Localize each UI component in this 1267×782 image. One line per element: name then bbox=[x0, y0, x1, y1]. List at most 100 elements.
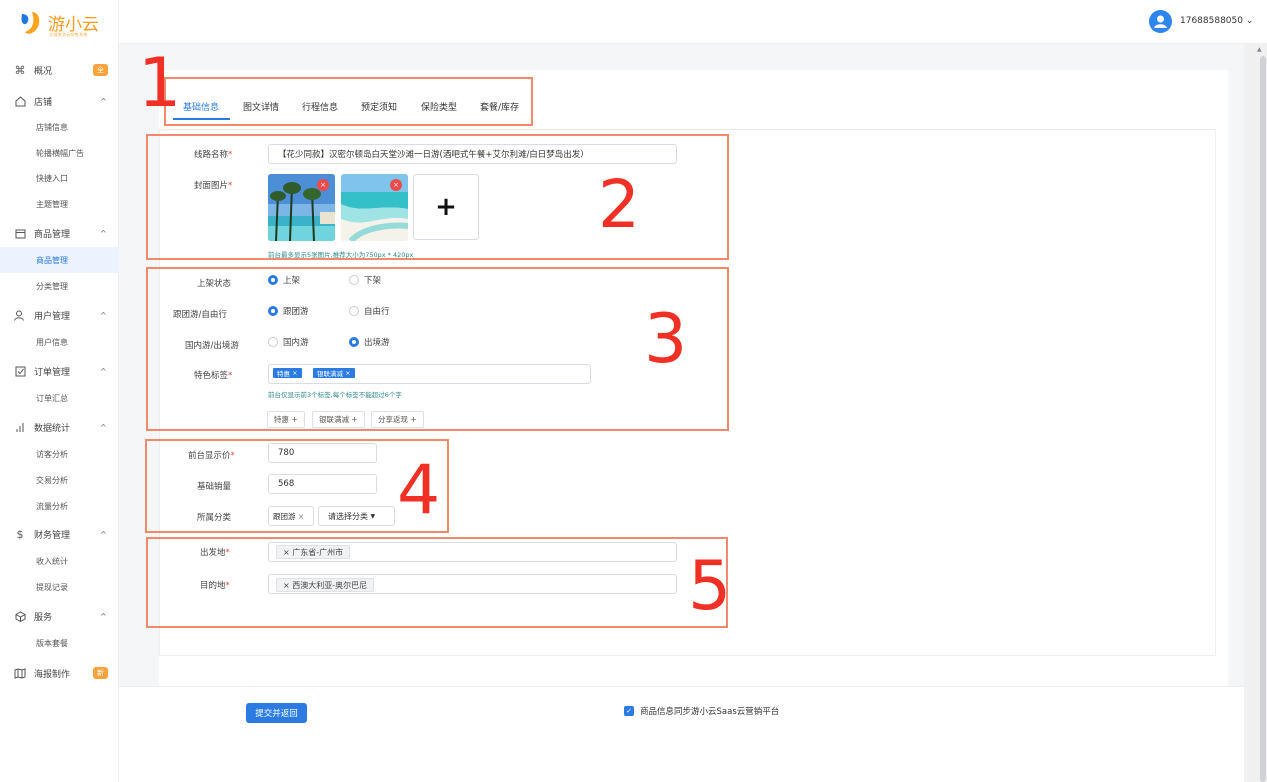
label-text: 线路名称 bbox=[194, 150, 229, 160]
sidebar-subitem-traffic[interactable]: 流量分析 bbox=[0, 493, 119, 519]
chevron-up-icon: ^ bbox=[100, 422, 107, 432]
sidebar-subitem-label: 分类管理 bbox=[36, 281, 68, 291]
sidebar-item-label: 店铺 bbox=[34, 97, 53, 108]
destination-tag[interactable]: × 西澳大利亚-奥尔巴尼 bbox=[276, 578, 375, 592]
sidebar-subitem-label: 交易分析 bbox=[36, 475, 68, 485]
sidebar-subitem-user-info[interactable]: 用户信息 bbox=[0, 329, 119, 355]
close-icon[interactable]: × bbox=[283, 548, 290, 557]
sidebar-item-shop[interactable]: 店铺 ^ bbox=[0, 89, 119, 113]
sidebar-subitem-product-manage[interactable]: 商品管理 bbox=[0, 247, 119, 273]
remove-image-1-icon[interactable]: × bbox=[317, 179, 329, 191]
sidebar-item-poster[interactable]: 海报制作 新 bbox=[0, 661, 119, 685]
add-image-button[interactable]: + bbox=[413, 174, 479, 240]
sidebar-item-order[interactable]: 订单管理 ^ bbox=[0, 359, 119, 383]
avatar[interactable] bbox=[1149, 10, 1172, 33]
sidebar-subitem-plan[interactable]: 版本套餐 bbox=[0, 630, 119, 656]
radio-label: 上架 bbox=[283, 276, 301, 286]
sidebar-subitem-shop-info[interactable]: 店铺信息 bbox=[0, 114, 119, 140]
radio-label: 出境游 bbox=[364, 338, 390, 348]
radio-on-shelf[interactable]: 上架 bbox=[268, 274, 300, 286]
scrollbar-thumb[interactable] bbox=[1260, 56, 1266, 782]
sidebar-item-overview[interactable]: ⌘ 概况 全 bbox=[0, 58, 119, 82]
sidebar-subitem-order-summary[interactable]: 订单汇总 bbox=[0, 385, 119, 411]
sidebar-subitem-trade[interactable]: 交易分析 bbox=[0, 467, 119, 493]
price-value: 780 bbox=[278, 448, 295, 458]
radio-checked-icon bbox=[349, 337, 359, 347]
required-mark: * bbox=[225, 581, 230, 591]
category-select[interactable]: 请选择分类 ▼ bbox=[318, 506, 395, 526]
radio-label: 自由行 bbox=[364, 307, 390, 317]
required-mark: * bbox=[228, 371, 233, 381]
plus-icon: + bbox=[291, 415, 298, 424]
sidebar-subitem-label: 主题管理 bbox=[36, 199, 68, 209]
sidebar-subitem-banner[interactable]: 轮播横幅广告 bbox=[0, 140, 119, 166]
radio-label: 下架 bbox=[364, 276, 382, 286]
chevron-up-icon: ^ bbox=[100, 529, 107, 539]
quick-tag-button[interactable]: 分享返现 + bbox=[371, 411, 424, 428]
remove-image-2-icon[interactable]: × bbox=[390, 179, 402, 191]
radio-free-tour[interactable]: 自由行 bbox=[349, 305, 390, 317]
sidebar-item-label: 订单管理 bbox=[34, 367, 71, 378]
sidebar-item-service[interactable]: 服务 ^ bbox=[0, 604, 119, 628]
sidebar-subitem-quick-entry[interactable]: 快捷入口 bbox=[0, 165, 119, 191]
tag-chip[interactable]: 特惠 × bbox=[273, 368, 302, 378]
sidebar-subitem-label: 订单汇总 bbox=[36, 393, 68, 403]
quick-tag-button[interactable]: 银联满减 + bbox=[312, 411, 365, 428]
close-icon[interactable]: × bbox=[283, 581, 290, 590]
plus-icon: + bbox=[351, 415, 358, 424]
close-icon[interactable]: × bbox=[298, 512, 304, 521]
close-icon[interactable]: × bbox=[292, 369, 297, 377]
scroll-up-icon[interactable]: ▲ bbox=[1257, 46, 1262, 53]
route-name-label: 线路名称* bbox=[194, 148, 232, 160]
sidebar-subitem-category[interactable]: 分类管理 bbox=[0, 273, 119, 299]
close-icon[interactable]: × bbox=[345, 369, 350, 377]
destination-label: 目的地* bbox=[200, 579, 230, 591]
user-phone[interactable]: 17688588050 ⌄ bbox=[1180, 16, 1253, 26]
sidebar-item-product[interactable]: 商品管理 ^ bbox=[0, 221, 119, 245]
top-bar bbox=[119, 0, 1267, 44]
sidebar-item-user[interactable]: 用户管理 ^ bbox=[0, 303, 119, 327]
chevron-up-icon: ^ bbox=[100, 310, 107, 320]
submit-button[interactable]: 提交并返回 bbox=[246, 703, 307, 723]
bar-chart-icon bbox=[14, 421, 26, 433]
quick-tag-button[interactable]: 特惠 + bbox=[267, 411, 305, 428]
sales-input[interactable]: 568 bbox=[268, 474, 377, 494]
tag-chip[interactable]: 银联满减 × bbox=[313, 368, 355, 378]
sidebar-item-label: 概况 bbox=[34, 66, 53, 77]
radio-domestic[interactable]: 国内游 bbox=[268, 336, 309, 348]
chip-label: 特惠 bbox=[277, 370, 290, 378]
sidebar-subitem-label: 收入统计 bbox=[36, 556, 68, 566]
radio-outbound[interactable]: 出境游 bbox=[349, 336, 390, 348]
overview-badge: 全 bbox=[93, 64, 108, 76]
sidebar-item-label: 数据统计 bbox=[34, 423, 71, 434]
label-text: 前台显示价 bbox=[188, 451, 231, 461]
sidebar-subitem-income[interactable]: 收入统计 bbox=[0, 548, 119, 574]
radio-off-shelf[interactable]: 下架 bbox=[349, 274, 381, 286]
phone-number: 17688588050 bbox=[1180, 16, 1243, 26]
label-text: 目的地 bbox=[200, 581, 226, 591]
departure-tag[interactable]: × 广东省-广州市 bbox=[276, 545, 351, 559]
users-icon bbox=[14, 309, 26, 321]
sidebar-subitem-visitor[interactable]: 访客分析 bbox=[0, 441, 119, 467]
plus-icon: + bbox=[435, 192, 457, 222]
required-mark: * bbox=[225, 548, 230, 558]
radio-group-tour[interactable]: 跟团游 bbox=[268, 305, 309, 317]
sidebar-item-finance[interactable]: $ 财务管理 ^ bbox=[0, 522, 119, 546]
calendar-icon bbox=[14, 227, 26, 239]
annotation-box-1 bbox=[164, 77, 533, 126]
route-name-input[interactable]: 【花少同款】汉密尔顿岛白天堂沙滩一日游(酒吧式午餐+艾尔利滩/白日梦岛出发） bbox=[268, 144, 677, 164]
annotation-number-4: 4 bbox=[397, 451, 441, 530]
sidebar-subitem-theme[interactable]: 主题管理 bbox=[0, 191, 119, 217]
map-icon bbox=[14, 667, 26, 679]
annotation-number-2: 2 bbox=[598, 166, 640, 243]
sync-checkbox[interactable]: ✓ bbox=[624, 706, 634, 716]
caret-down-icon: ▼ bbox=[370, 512, 376, 520]
category-tag[interactable]: 跟团游 × bbox=[268, 506, 314, 526]
sidebar-item-label: 用户管理 bbox=[34, 311, 71, 322]
sidebar-subitem-withdraw[interactable]: 提现记录 bbox=[0, 574, 119, 600]
sidebar-subitem-label: 快捷入口 bbox=[36, 173, 68, 183]
sidebar-item-stats[interactable]: 数据统计 ^ bbox=[0, 415, 119, 439]
sidebar-subitem-label: 流量分析 bbox=[36, 501, 68, 511]
price-input[interactable]: 780 bbox=[268, 443, 377, 463]
footer-bar bbox=[119, 686, 1244, 782]
